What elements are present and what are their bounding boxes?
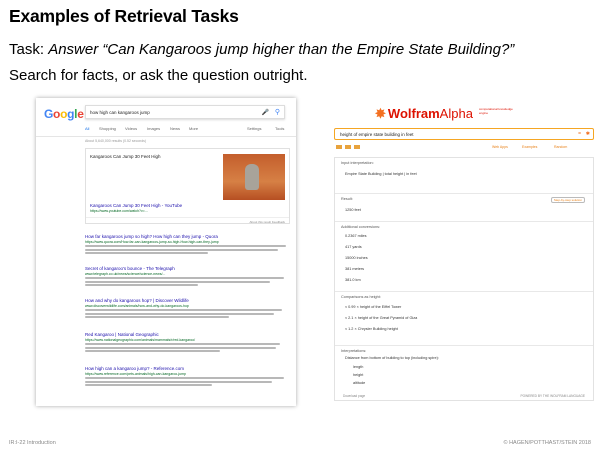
google-results-screenshot: Google how high can kangaroos jump 🎤 ⚲ A… [36, 98, 296, 406]
conversion-line: 15000 inches [345, 256, 368, 260]
interpretations-pod: Interpretations: Distance from bottom of… [335, 346, 593, 392]
wolfram-query-input[interactable]: height of empire state building in feet … [334, 128, 594, 140]
random-link[interactable]: Random [554, 145, 567, 149]
result-title[interactable]: How high can a kangaroo jump? - Referenc… [85, 366, 290, 371]
wolfram-tagline: computational knowledge engine [479, 107, 513, 115]
keyboard-icon[interactable] [336, 145, 342, 149]
kangaroo-thumbnail[interactable] [223, 154, 285, 200]
result-snippet [85, 245, 290, 255]
wolfram-alpha-screenshot: ✸ WolframAlpha computational knowledge en… [329, 98, 599, 406]
tab-news[interactable]: News [170, 126, 180, 131]
wolfram-toolbar: Web Apps Examples Random [334, 145, 594, 153]
tab-images[interactable]: Images [147, 126, 160, 131]
comparison-line: ≈ 1.2 × Chrysler Building height [345, 327, 398, 331]
compute-icon[interactable]: ✱ [586, 131, 590, 137]
interpretation-line: altitude [353, 381, 366, 385]
search-result[interactable]: Red Kangaroo | National Geographic https… [85, 332, 290, 353]
powered-by-text: POWERED BY THE WOLFRAM LANGUAGE [520, 394, 585, 398]
interpretation-line: length [353, 365, 364, 369]
task-line: Task: Answer “Can Kangaroos jump higher … [9, 41, 514, 58]
search-result[interactable]: How and why do kangaroos hop? | Discover… [85, 298, 290, 319]
search-result[interactable]: Secret of kangaroo's bounce - The Telegr… [85, 266, 290, 287]
pod-title: Interpretations: [341, 349, 367, 353]
comparison-line: ≈ 2.1 × height of the Great Pyramid of G… [345, 316, 418, 320]
google-search-input[interactable]: how high can kangaroos jump 🎤 ⚲ [85, 105, 285, 119]
search-result[interactable]: How far kangaroos jump so high? How high… [85, 234, 290, 255]
featured-footer: About this result Feedback [86, 217, 289, 226]
conversion-line: 381 meters [345, 267, 364, 271]
result-title[interactable]: Red Kangaroo | National Geographic [85, 332, 290, 337]
google-query-text: how high can kangaroos jump [90, 110, 150, 115]
result-pod: Result: Step-by-step solution 1250 feet [335, 194, 593, 222]
tabs-divider [36, 136, 296, 137]
pod-title: Additional conversions: [341, 225, 381, 229]
result-url: www.telegraph.co.uk/news/science/science… [85, 272, 166, 276]
result-snippet [85, 343, 290, 353]
wolfram-results: Input interpretation: Empire State Build… [334, 157, 594, 401]
result-title[interactable]: How and why do kangaroos hop? | Discover… [85, 298, 290, 303]
download-page-link[interactable]: Download page [343, 394, 365, 398]
pod-title: Comparisons as height: [341, 295, 381, 299]
search-instruction: Search for facts, or ask the question ou… [9, 67, 308, 84]
slide-footer-left: IR:I-22 Introduction [9, 440, 56, 446]
result-url: https://www.quora.com/How-far-can-kangar… [85, 240, 219, 244]
examples-link[interactable]: Examples [522, 145, 537, 149]
comparisons-pod: Comparisons as height: ≈ 0.99 × height o… [335, 292, 593, 346]
tab-shopping[interactable]: Shopping [99, 126, 116, 131]
featured-link[interactable]: Kangaroos Can Jump 30 Feet High - YouTub… [90, 203, 182, 208]
search-icon[interactable]: ⚲ [275, 108, 280, 116]
tab-tools[interactable]: Tools [275, 126, 284, 131]
tab-all[interactable]: All [85, 126, 89, 131]
result-snippet [85, 377, 290, 387]
tab-videos[interactable]: Videos [125, 126, 137, 131]
slide-footer-right: © HAGEN/POTTHAST/STEIN 2018 [503, 440, 592, 446]
featured-url: https://www.youtube.com/watch?v=... [90, 209, 148, 213]
tab-more[interactable]: More [189, 126, 198, 131]
result-url: https://www.reference.com/pets-animals/h… [85, 372, 186, 376]
google-logo-letter: G [44, 107, 54, 121]
comparison-line: ≈ 0.99 × height of the Eiffel Tower [345, 305, 402, 309]
task-prefix: Task: [9, 41, 49, 58]
task-question: Answer “Can Kangaroos jump higher than t… [48, 41, 515, 58]
featured-title: Kangaroos Can Jump 30 Feet High [90, 154, 161, 159]
pod-title: Input interpretation: [341, 161, 374, 165]
google-tabs: All Shopping Videos Images News More Set… [85, 126, 290, 134]
result-url: www.discoverwildlife.com/animals/how-and… [85, 304, 189, 308]
conversion-line: 381.0 km [345, 278, 361, 282]
examples-icon[interactable] [354, 145, 360, 149]
result-snippet [85, 277, 290, 287]
result-url: https://www.nationalgeographic.com/anima… [85, 338, 196, 342]
wolfram-query-text: height of empire state building in feet [340, 132, 414, 137]
result-title[interactable]: How far kangaroos jump so high? How high… [85, 234, 290, 239]
conversion-line: 0.2367 miles [345, 234, 367, 238]
input-interpretation-pod: Input interpretation: Empire State Build… [335, 158, 593, 194]
google-logo[interactable]: Google [44, 107, 84, 121]
conversion-line: 417 yards [345, 245, 362, 249]
result-title[interactable]: Secret of kangaroo's bounce - The Telegr… [85, 266, 290, 271]
wolfram-logo[interactable]: ✸ WolframAlpha [375, 106, 473, 122]
pod-title: Result: [341, 197, 353, 201]
unit-conversions-pod: Additional conversions: 0.2367 miles 417… [335, 222, 593, 292]
pod-value: 1250 feet [345, 208, 361, 212]
microphone-icon[interactable]: 🎤 [262, 109, 269, 116]
equals-icon[interactable]: = [578, 131, 581, 137]
wolfram-star-icon: ✸ [375, 106, 386, 121]
interpretation-sub: Distance from bottom of building to top … [345, 356, 439, 360]
web-apps-link[interactable]: Web Apps [492, 145, 508, 149]
slide-title: Examples of Retrieval Tasks [9, 6, 239, 26]
show-steps-button[interactable]: Step-by-step solution [550, 197, 585, 203]
google-logo-letter: e [77, 107, 84, 121]
upload-icon[interactable] [345, 145, 351, 149]
tab-settings[interactable]: Settings [247, 126, 261, 131]
result-stats: About 5,640,000 results (0.52 seconds) [85, 139, 147, 143]
result-snippet [85, 309, 290, 319]
search-result[interactable]: How high can a kangaroo jump? - Referenc… [85, 366, 290, 387]
wolfram-footer: Download page POWERED BY THE WOLFRAM LAN… [335, 392, 593, 400]
interpretation-line: height [353, 373, 364, 377]
pod-value: Empire State Building | total height | i… [345, 172, 417, 176]
featured-video-card[interactable]: Kangaroos Can Jump 30 Feet High Kangaroo… [85, 148, 290, 224]
